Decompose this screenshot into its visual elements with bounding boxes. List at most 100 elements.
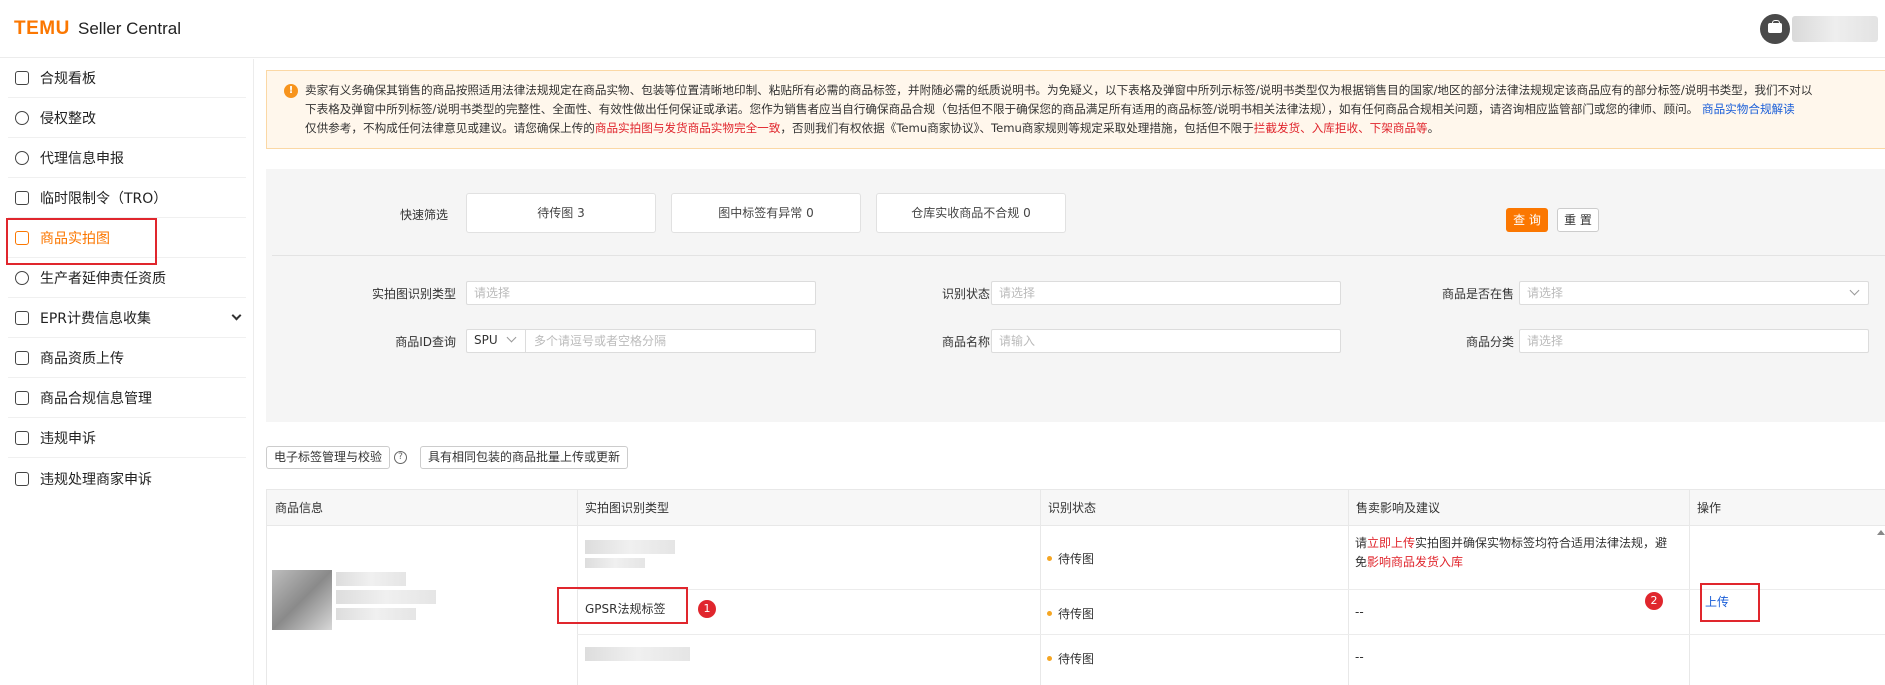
advice-text: 请立即上传实拍图并确保实物标签均符合适用法律法规，避 免影响商品发货入库 bbox=[1355, 534, 1675, 572]
highlight-box-gpsr bbox=[557, 587, 688, 624]
on-sale-label: 商品是否在售 bbox=[1441, 287, 1514, 301]
status-dot-icon bbox=[1047, 556, 1052, 561]
filter-panel: 快速筛选 待传图 3 图中标签有异常 0 仓库实收商品不合规 0 实拍图识别类型… bbox=[266, 169, 1885, 422]
photo-type-blurred bbox=[585, 540, 675, 554]
chevron-down-icon[interactable] bbox=[231, 310, 242, 321]
recognition-status-placeholder: 请选择 bbox=[999, 286, 1036, 300]
product-id-label: 商品ID查询 bbox=[395, 335, 456, 349]
col-header-photo-type: 实拍图识别类型 bbox=[577, 490, 1040, 526]
notice-line-3-e: 。 bbox=[1427, 121, 1440, 135]
status-dot-icon bbox=[1047, 656, 1052, 661]
sidebar-item-label: 合规看板 bbox=[40, 71, 96, 87]
notice-line-1: 卖家有义务确保其销售的商品按照适用法律法规规定在商品实物、包装等位置清晰地印制、… bbox=[305, 83, 1813, 97]
quick-filter-warehouse-noncompliant[interactable]: 仓库实收商品不合规 0 bbox=[876, 193, 1066, 233]
notice-line-3-d: 拦截发货、入库拒收、下架商品等 bbox=[1253, 121, 1428, 135]
notice-text: 卖家有义务确保其销售的商品按照适用法律法规规定在商品实物、包装等位置清晰地印制、… bbox=[305, 81, 1880, 138]
label-management-button[interactable]: 电子标签管理与校验 bbox=[266, 446, 391, 469]
id-mode-value: SPU bbox=[474, 333, 498, 347]
product-title-blurred bbox=[336, 572, 406, 586]
photo-type-placeholder: 请选择 bbox=[474, 286, 511, 300]
status-pending: 待传图 bbox=[1047, 550, 1094, 567]
status-text: 待传图 bbox=[1058, 607, 1095, 621]
query-button[interactable]: 查 询 bbox=[1506, 208, 1548, 232]
product-id-input[interactable]: SPU 多个请逗号或者空格分隔 bbox=[466, 329, 816, 353]
status-text: 待传图 bbox=[1058, 552, 1095, 566]
advice-upload-now: 立即上传 bbox=[1367, 536, 1416, 550]
row-divider bbox=[577, 589, 1885, 590]
sidebar-item-label: 商品资质上传 bbox=[40, 351, 124, 367]
photo-type-label: 实拍图识别类型 bbox=[371, 287, 456, 301]
warning-icon: ! bbox=[284, 84, 298, 98]
help-icon[interactable]: ? bbox=[394, 451, 407, 464]
user-icon bbox=[15, 151, 29, 165]
compliance-notice: ! 卖家有义务确保其销售的商品按照适用法律法规规定在商品实物、包装等位置清晰地印… bbox=[266, 70, 1885, 149]
quick-filter-pending[interactable]: 待传图 3 bbox=[466, 193, 656, 233]
sidebar-item-infringement[interactable]: 侵权整改 bbox=[8, 99, 246, 138]
chart-line-icon bbox=[15, 71, 29, 85]
highlight-box-upload bbox=[1700, 583, 1760, 622]
notice-line-2: 下表格及弹窗中所列标签/说明书类型的完整性、全面性、有效性做出任何保证或承诺。您… bbox=[305, 100, 1880, 119]
product-image[interactable] bbox=[272, 570, 332, 630]
advice-empty: -- bbox=[1355, 650, 1364, 664]
step-badge-2: 2 bbox=[1645, 592, 1663, 610]
status-pending: 待传图 bbox=[1047, 605, 1094, 622]
status-pending: 待传图 bbox=[1047, 650, 1094, 667]
product-name-input[interactable]: 请输入 bbox=[991, 329, 1341, 353]
upload-box-icon bbox=[15, 351, 29, 365]
sidebar-item-epr-billing[interactable]: EPR计费信息收集 bbox=[8, 299, 246, 338]
batch-upload-button[interactable]: 具有相同包装的商品批量上传或更新 bbox=[420, 446, 629, 469]
divider bbox=[272, 255, 1885, 256]
sidebar-item-label: 临时限制令（TRO） bbox=[40, 191, 168, 207]
user-name-blurred[interactable] bbox=[1792, 16, 1878, 42]
product-name-label: 商品名称 bbox=[941, 335, 990, 349]
col-header-advice: 售卖影响及建议 bbox=[1348, 490, 1689, 526]
column-divider bbox=[1348, 490, 1349, 685]
column-divider bbox=[1689, 490, 1690, 685]
badge-icon bbox=[15, 271, 29, 285]
on-sale-placeholder: 请选择 bbox=[1527, 286, 1564, 300]
id-mode-select[interactable]: SPU bbox=[467, 329, 526, 353]
top-header: TEMU Seller Central bbox=[0, 0, 1885, 58]
col-header-product-info: 商品信息 bbox=[267, 490, 577, 526]
advice-empty: -- bbox=[1355, 605, 1364, 619]
sidebar-item-label: 生产者延伸责任资质 bbox=[40, 271, 166, 287]
sidebar-item-compliance-board[interactable]: 合规看板 bbox=[8, 59, 246, 98]
column-divider bbox=[1040, 490, 1041, 685]
sidebar-item-qualification-upload[interactable]: 商品资质上传 bbox=[8, 339, 246, 378]
sidebar-item-tro[interactable]: 临时限制令（TRO） bbox=[8, 179, 246, 218]
photo-type-select[interactable]: 请选择 bbox=[466, 281, 816, 305]
product-category-placeholder: 请选择 bbox=[1527, 334, 1564, 348]
on-sale-select[interactable]: 请选择 bbox=[1519, 281, 1869, 305]
sidebar-item-violation-appeal[interactable]: 违规申诉 bbox=[8, 419, 246, 458]
sidebar-item-agent-info[interactable]: 代理信息申报 bbox=[8, 139, 246, 178]
reset-button[interactable]: 重 置 bbox=[1557, 208, 1599, 232]
epr-icon bbox=[15, 311, 29, 325]
sidebar-item-label: 商品合规信息管理 bbox=[40, 391, 152, 407]
seller-central-title: Seller Central bbox=[78, 19, 181, 38]
advice-part: 请 bbox=[1355, 536, 1368, 550]
sidebar-item-merchant-appeal[interactable]: 违规处理商家申诉 bbox=[8, 459, 246, 498]
notice-line-3-a: 仅供参考，不构成任何法律意见或建议。请您确保上传的 bbox=[305, 121, 595, 135]
temu-logo[interactable]: TEMU bbox=[14, 18, 70, 40]
highlight-box-sidebar bbox=[6, 218, 157, 265]
store-appeal-icon bbox=[15, 471, 29, 486]
scroll-up-arrow-icon[interactable] bbox=[1877, 530, 1885, 535]
chevron-down-icon bbox=[1849, 285, 1860, 296]
sidebar-item-compliance-info[interactable]: 商品合规信息管理 bbox=[8, 379, 246, 418]
sidebar-item-label: 违规申诉 bbox=[40, 431, 96, 447]
product-sku-blurred bbox=[336, 608, 416, 620]
advice-part: 实拍图并确保实物标签均符合适用法律法规，避 bbox=[1415, 536, 1668, 550]
compliance-guide-link[interactable]: 商品实物合规解读 bbox=[1702, 102, 1795, 116]
advice-impact: 影响商品发货入库 bbox=[1367, 555, 1464, 569]
sidebar-item-label: 违规处理商家申诉 bbox=[40, 471, 152, 488]
product-category-select[interactable]: 请选择 bbox=[1519, 329, 1869, 353]
sidebar: 合规看板 侵权整改 代理信息申报 临时限制令（TRO） 商品实拍图 生产者延伸责… bbox=[0, 59, 254, 685]
product-title-blurred bbox=[336, 590, 436, 604]
col-header-action: 操作 bbox=[1689, 490, 1885, 526]
row-divider bbox=[577, 634, 1885, 635]
avatar[interactable] bbox=[1760, 14, 1790, 44]
quick-filter-label-abnormal[interactable]: 图中标签有异常 0 bbox=[671, 193, 861, 233]
photo-type-blurred bbox=[585, 558, 645, 568]
recognition-status-select[interactable]: 请选择 bbox=[991, 281, 1341, 305]
status-text: 待传图 bbox=[1058, 652, 1095, 666]
